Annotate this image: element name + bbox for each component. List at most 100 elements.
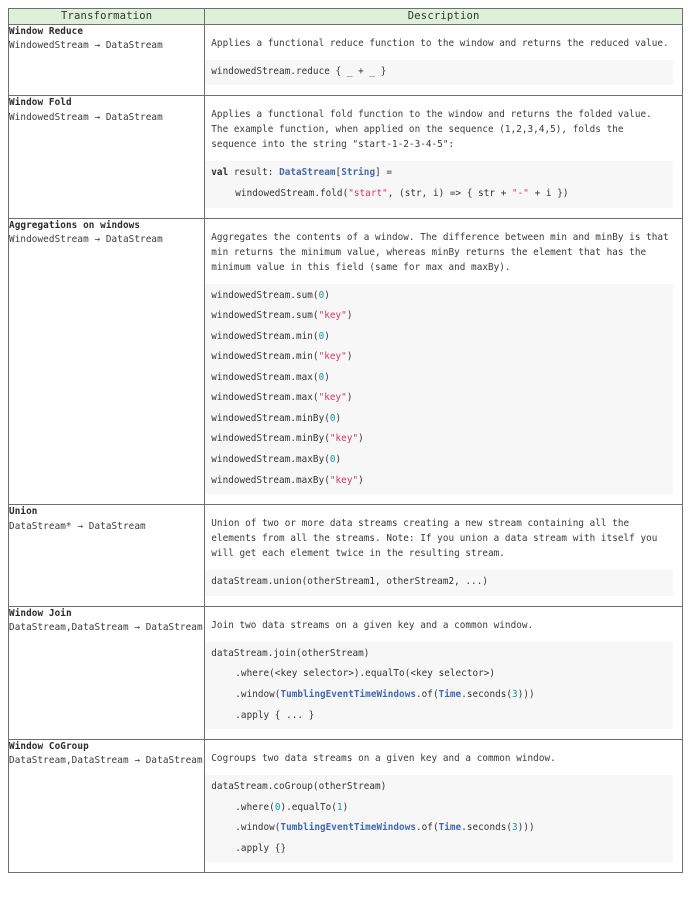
code-token-plain: dataStream.join(otherStream): [211, 647, 370, 659]
code-line: .where(0).equalTo(1): [205, 798, 673, 819]
transformation-cell: Window CoGroup DataStream,DataStream → Da…: [7, 739, 206, 874]
description-cell: Applies a functional fold function to th…: [204, 95, 683, 219]
code-token-plain: .seconds(: [461, 688, 513, 700]
code-line: windowedStream.sum("key"): [205, 306, 673, 327]
code-line: windowedStream.reduce { _ + _ }: [205, 62, 673, 83]
code-token-typ: Time: [438, 822, 462, 834]
code-token-str: "-": [512, 187, 529, 199]
description-text: Cogroups two data streams on a given key…: [211, 753, 556, 765]
transformation-cell: Aggregations on windows WindowedStream → …: [7, 217, 206, 506]
code-block: windowedStream.sum(0) windowedStream.sum(…: [205, 283, 673, 495]
code-token-plain: ): [346, 392, 353, 404]
code-token-plain: , (str, i) => { str +: [387, 187, 513, 199]
code-token-str: "key": [329, 433, 359, 445]
table-row: Window CoGroup DataStream,DataStream → Da…: [7, 739, 683, 874]
code-token-kw: val: [211, 167, 229, 179]
code-token-plain: .apply { ... }: [235, 709, 315, 721]
code-token-plain: ).equalTo(: [280, 801, 337, 813]
transformation-cell: Union DataStream* → DataStream: [7, 504, 206, 607]
code-line: windowedStream.minBy(0): [205, 409, 673, 430]
table-row: Aggregations on windows WindowedStream → …: [7, 217, 683, 506]
code-token-str: "key": [318, 310, 347, 322]
transformation-name: Window Reduce: [9, 25, 84, 37]
code-token-plain: windowedStream.minBy(: [211, 433, 330, 445]
code-token-plain: ): [324, 371, 330, 383]
code-line: .where(<key selector>).equalTo(<key sele…: [205, 664, 673, 685]
code-token-str: "key": [318, 392, 347, 404]
code-token-plain: .of(: [416, 688, 439, 700]
cell-spacer: [205, 85, 682, 95]
code-token-plain: dataStream.coGroup(otherStream): [211, 781, 387, 793]
code-token-plain: ): [324, 330, 330, 342]
code-line: .window(TumblingEventTimeWindows.of(Time…: [205, 818, 673, 839]
transformation-cell: Window Join DataStream,DataStream → DataS…: [7, 605, 206, 741]
code-token-plain: .window(: [235, 688, 281, 700]
code-line: dataStream.coGroup(otherStream): [205, 777, 673, 798]
code-line: windowedStream.fold("start", (str, i) =>…: [205, 184, 673, 205]
code-token-plain: ): [358, 474, 364, 486]
code-token-plain: .window(: [235, 822, 281, 834]
transformation-signature: WindowedStream → DataStream: [9, 233, 163, 245]
code-line: windowedStream.sum(0): [205, 286, 673, 307]
code-token-plain: dataStream.union(otherStream1, otherStre…: [211, 576, 488, 588]
table-row: Window Fold WindowedStream → DataStream Ap…: [7, 95, 683, 219]
transformation-name: Window Fold: [9, 97, 72, 109]
code-token-plain: .of(: [416, 822, 439, 834]
code-token-plain: ))): [517, 822, 535, 834]
description-cell: Cogroups two data streams on a given key…: [204, 739, 683, 874]
code-block: windowedStream.reduce { _ + _ }: [205, 59, 673, 86]
header-row: Transformation Description: [7, 8, 683, 25]
description-text: Union of two or more data streams creati…: [211, 518, 658, 560]
code-token-plain: windowedStream.max(: [211, 392, 319, 404]
table-body: Window Reduce WindowedStream → DataStream…: [7, 23, 683, 874]
transformation-signature: DataStream,DataStream → DataStream: [9, 755, 203, 767]
code-line: .window(TumblingEventTimeWindows.of(Time…: [205, 685, 673, 706]
code-line: windowedStream.maxBy("key"): [205, 471, 673, 492]
transformation-cell: Window Reduce WindowedStream → DataStream: [7, 23, 206, 97]
code-line: windowedStream.max(0): [205, 368, 673, 389]
code-token-plain: .apply {}: [235, 842, 287, 854]
code-token-str: "key": [329, 474, 359, 486]
transformation-signature: WindowedStream → DataStream: [9, 40, 163, 52]
code-token-plain: ): [342, 801, 349, 813]
code-line: windowedStream.minBy("key"): [205, 429, 673, 450]
page-container: Transformation Description Window Reduce…: [0, 0, 691, 874]
code-block: dataStream.coGroup(otherStream) .where(0)…: [205, 775, 673, 863]
description-cell: Applies a functional reduce function to …: [204, 23, 683, 97]
code-line: dataStream.union(otherStream1, otherStre…: [205, 572, 673, 593]
code-line: windowedStream.min("key"): [205, 347, 673, 368]
code-token-plain: ): [324, 289, 330, 301]
code-token-str: "key": [318, 351, 347, 363]
code-token-plain: windowedStream.maxBy(: [211, 454, 330, 466]
code-token-plain: windowedStream.sum(: [211, 310, 319, 322]
code-token-plain: windowedStream.min(: [211, 351, 319, 363]
code-token-plain: windowedStream.min(: [211, 330, 319, 342]
code-token-plain: ] =: [375, 167, 393, 179]
code-token-plain: windowedStream.maxBy(: [211, 474, 330, 486]
code-token-plain: .where(<key selector>).equalTo(<key sele…: [235, 668, 496, 680]
code-token-plain: ))): [517, 688, 535, 700]
cell-spacer: [205, 729, 682, 739]
code-token-plain: + i }): [528, 187, 569, 199]
code-token-plain: windowedStream.fold(: [235, 187, 349, 199]
transformation-name: Union: [9, 506, 38, 518]
code-token-plain: ): [358, 433, 364, 445]
code-token-plain: result:: [228, 167, 280, 179]
code-block: dataStream.union(otherStream1, otherStre…: [205, 570, 673, 596]
table-row: Window Join DataStream,DataStream → DataS…: [7, 605, 683, 741]
column-header-transformation: Transformation: [7, 8, 206, 25]
code-token-typ: TumblingEventTimeWindows: [280, 688, 417, 700]
code-line: windowedStream.max("key"): [205, 388, 673, 409]
transformation-cell: Window Fold WindowedStream → DataStream: [7, 95, 206, 219]
code-token-plain: ): [335, 412, 342, 424]
description-cell: Union of two or more data streams creati…: [204, 504, 683, 607]
code-block: val result: DataStream[String] = windowed…: [205, 161, 673, 208]
cell-spacer: [205, 494, 682, 504]
code-token-str: "start": [348, 187, 388, 199]
description-cell: Join two data streams on a given key and…: [204, 605, 683, 741]
description-text: Join two data streams on a given key and…: [211, 619, 534, 631]
table-row: Union DataStream* → DataStream Union of tw…: [7, 504, 683, 607]
description-text: Aggregates the contents of a window. The…: [211, 231, 669, 273]
code-token-typ: String: [341, 167, 376, 179]
code-token-plain: ): [346, 351, 353, 363]
